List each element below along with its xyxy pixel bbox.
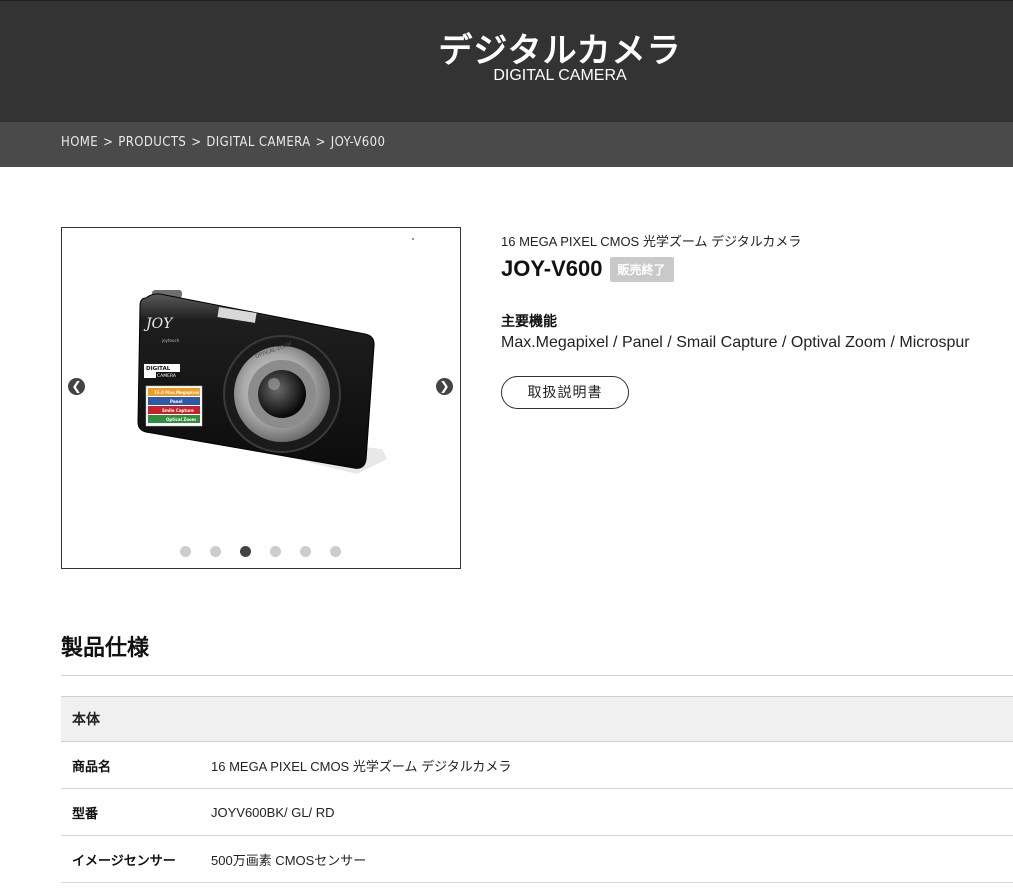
- specs-table: 本体 商品名 16 MEGA PIXEL CMOS 光学ズーム デジタルカメラ …: [61, 696, 1013, 883]
- camera-badge-line1: DIGITAL: [146, 366, 171, 372]
- spec-label: 型番: [61, 788, 211, 836]
- product-info: 16 MEGA PIXEL CMOS 光学ズーム デジタルカメラ JOY-V60…: [501, 231, 1001, 409]
- carousel-dot-5[interactable]: [300, 546, 311, 557]
- product-image-carousel: OPTICAL ZOOM JOY joytouch DIGITAL CAMERA…: [61, 227, 461, 569]
- product-camera-image: OPTICAL ZOOM JOY joytouch DIGITAL CAMERA…: [137, 290, 387, 474]
- carousel-dot-1[interactable]: [180, 546, 191, 557]
- specs-section-row: 本体: [61, 696, 1013, 742]
- breadcrumb-digital-camera[interactable]: DIGITAL CAMERA: [206, 135, 310, 150]
- table-row: イメージセンサー 500万画素 CMOSセンサー: [61, 835, 1013, 883]
- features-text: Max.Megapixel / Panel / Smail Capture / …: [501, 334, 970, 351]
- status-badge: 販売終了: [609, 256, 674, 282]
- spec-value: JOYV600BK/ GL/ RD: [211, 788, 1013, 836]
- carousel-dot-4[interactable]: [270, 546, 281, 557]
- specs-divider: [61, 675, 1013, 676]
- breadcrumb-separator: >: [191, 135, 202, 150]
- breadcrumb-current: JOY-V600: [330, 135, 386, 150]
- specs-section-title: 本体: [61, 696, 1013, 742]
- camera-feature-3: Smile Capture: [162, 408, 194, 413]
- camera-badge-line2: CAMERA: [157, 373, 177, 379]
- carousel-dots: [180, 546, 341, 558]
- page-subtitle: DIGITAL CAMERA: [493, 67, 627, 84]
- breadcrumb-separator: >: [103, 135, 114, 150]
- spec-label: イメージセンサー: [61, 835, 211, 883]
- breadcrumb-bar: HOME > PRODUCTS > DIGITAL CAMERA > JOY-V600: [0, 122, 1013, 167]
- image-speck: [412, 238, 414, 240]
- page-title: デジタルカメラ: [438, 32, 682, 70]
- page-header: デジタルカメラ DIGITAL CAMERA: [0, 0, 1013, 122]
- carousel-dot-3[interactable]: [240, 546, 251, 557]
- manual-button[interactable]: 取扱説明書: [501, 376, 629, 409]
- camera-feature-2: Panel: [170, 399, 183, 404]
- camera-brand-text: JOY: [143, 316, 174, 332]
- carousel-next-button[interactable]: ❯: [436, 378, 453, 395]
- product-title-row: JOY-V600 販売終了: [501, 256, 674, 282]
- breadcrumb-separator: >: [315, 135, 326, 150]
- breadcrumb-home[interactable]: HOME: [61, 135, 98, 150]
- spec-value: 500万画素 CMOSセンサー: [211, 835, 1013, 883]
- specs-heading: 製品仕様: [61, 635, 150, 660]
- camera-brand-sub-text: joytouch: [161, 338, 180, 343]
- spec-label: 商品名: [61, 741, 211, 789]
- product-subtitle: 16 MEGA PIXEL CMOS 光学ズーム デジタルカメラ: [501, 234, 802, 249]
- breadcrumb-products[interactable]: PRODUCTS: [118, 135, 186, 150]
- carousel-dot-6[interactable]: [330, 546, 341, 557]
- features-heading: 主要機能: [501, 313, 557, 329]
- product-model: JOY-V600: [501, 256, 603, 281]
- camera-feature-4: Optical Zoom: [166, 417, 196, 422]
- camera-feature-1: 16.0 Max.Megapixel: [154, 390, 200, 395]
- table-row: 商品名 16 MEGA PIXEL CMOS 光学ズーム デジタルカメラ: [61, 741, 1013, 789]
- carousel-dot-2[interactable]: [210, 546, 221, 557]
- table-row: 型番 JOYV600BK/ GL/ RD: [61, 788, 1013, 836]
- breadcrumb: HOME > PRODUCTS > DIGITAL CAMERA > JOY-V600: [61, 135, 385, 150]
- spec-value: 16 MEGA PIXEL CMOS 光学ズーム デジタルカメラ: [211, 741, 1013, 789]
- carousel-prev-button[interactable]: ❮: [68, 378, 85, 395]
